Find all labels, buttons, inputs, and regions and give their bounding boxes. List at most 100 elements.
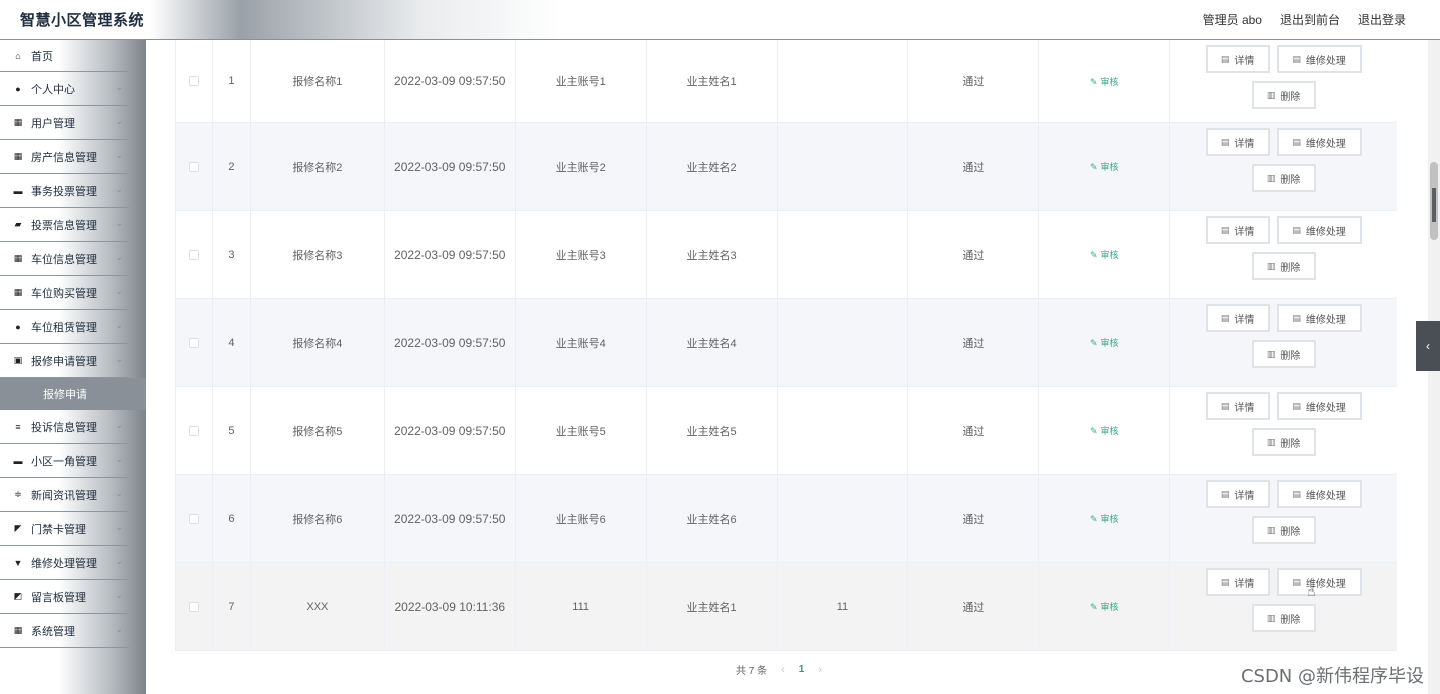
row-checkbox[interactable] <box>188 249 199 260</box>
audit-link[interactable]: ✎ 审核 <box>1090 75 1119 88</box>
row-checkbox[interactable] <box>188 425 199 436</box>
row-checkbox[interactable] <box>188 337 199 348</box>
detail-button[interactable]: ▤ 详情 <box>1205 568 1270 596</box>
detail-button[interactable]: ▤ 详情 <box>1205 304 1270 332</box>
detail-label: 详情 <box>1234 55 1255 67</box>
repair-name-cell: 报修名称5 <box>251 387 385 474</box>
repair-process-button[interactable]: ▤ 维修处理 <box>1276 304 1362 332</box>
detail-button[interactable]: ▤ 详情 <box>1205 128 1270 156</box>
sidebar-item-label: 车位购买管理 <box>31 287 97 300</box>
audit-link[interactable]: ✎ 审核 <box>1090 336 1119 349</box>
owner-account: 业主账号4 <box>555 337 606 350</box>
sidebar-item[interactable]: ≡ 投诉信息管理 ⌄ <box>0 410 129 444</box>
apply-time: 2022-03-09 10:11:36 <box>394 599 506 614</box>
chart-icon: ◩ <box>13 591 23 601</box>
audit-link[interactable]: ✎ 审核 <box>1090 248 1119 261</box>
row-checkbox[interactable] <box>188 601 199 612</box>
delete-button[interactable]: ▥ 删除 <box>1251 340 1316 368</box>
next-page-button[interactable]: › <box>818 664 822 676</box>
repair-name-cell: 报修名称4 <box>251 299 385 386</box>
edit-icon: ✎ <box>1089 338 1098 348</box>
row-actions-cell: ▤ 详情 ▤ 维修处理 ▥ 删除 <box>1170 387 1397 474</box>
repair-process-button[interactable]: ▤ 维修处理 <box>1276 392 1362 420</box>
sidebar-item[interactable]: ≑ 新闻资讯管理 ⌄ <box>0 478 129 512</box>
repair-process-button[interactable]: ▤ 维修处理 <box>1276 45 1362 73</box>
apply-time-cell: 2022-03-09 09:57:50 <box>385 475 516 562</box>
row-checkbox-cell <box>176 475 213 562</box>
repair-name-cell: 报修名称6 <box>251 475 385 562</box>
document-icon: ▤ <box>1220 224 1230 235</box>
document-icon: ▤ <box>1220 576 1230 587</box>
sidebar-item-label: 首页 <box>31 50 53 63</box>
page-number-current[interactable]: 1 <box>799 664 805 675</box>
row-checkbox[interactable] <box>188 513 199 524</box>
row-index-cell: 4 <box>213 299 251 386</box>
detail-label: 详情 <box>1234 226 1255 238</box>
row-index: 3 <box>228 248 235 261</box>
row-actions-cell: ▤ 详情 ▤ 维修处理 ▥ 删除 <box>1170 40 1397 122</box>
actions-line: ▥ 删除 <box>1251 81 1316 109</box>
mouse-cursor-icon: ☝ <box>1307 583 1316 599</box>
sidebar-item[interactable]: ▼ 维修处理管理 ⌄ <box>0 546 129 580</box>
trash-icon: ▥ <box>1266 172 1276 183</box>
sidebar-item[interactable]: ▦ 车位信息管理 ⌄ <box>0 242 129 276</box>
header-actions: 管理员 abo 退出到前台 退出登录 <box>1203 11 1406 28</box>
sidebar-item[interactable]: ▬ 小区一角管理 ⌄ <box>0 444 129 478</box>
repair-process-button[interactable]: ▤ 维修处理 <box>1276 568 1362 596</box>
detail-button[interactable]: ▤ 详情 <box>1205 392 1270 420</box>
audit-link[interactable]: ✎ 审核 <box>1090 512 1119 525</box>
row-index: 1 <box>228 75 235 87</box>
audit-status: 通过 <box>962 337 985 350</box>
logout-link[interactable]: 退出登录 <box>1358 11 1406 28</box>
delete-button[interactable]: ▥ 删除 <box>1251 252 1316 280</box>
sidebar-item[interactable]: ▦ 用户管理 ⌄ <box>0 106 129 140</box>
delete-button[interactable]: ▥ 删除 <box>1251 428 1316 456</box>
delete-button[interactable]: ▥ 删除 <box>1251 604 1316 632</box>
repair-process-button[interactable]: ▤ 维修处理 <box>1276 128 1362 156</box>
owner-name-cell: 业主姓名1 <box>647 563 778 650</box>
delete-button[interactable]: ▥ 删除 <box>1251 81 1316 109</box>
row-actions-cell: ▤ 详情 ▤ 维修处理 ▥ 删除 <box>1170 299 1397 386</box>
sidebar-item[interactable]: ⌂ 首页 <box>0 40 129 72</box>
row-checkbox[interactable] <box>188 76 199 86</box>
audit-action-cell: ✎ 审核 <box>1039 299 1171 386</box>
row-checkbox[interactable] <box>188 161 199 172</box>
row-actions-cell: ▤ 详情 ▤ 维修处理 ▥ 删除 <box>1170 563 1397 650</box>
reply-cell <box>778 387 909 474</box>
detail-button[interactable]: ▤ 详情 <box>1205 480 1270 508</box>
sidebar-item[interactable]: ● 个人中心 ⌄ <box>0 72 129 106</box>
sidebar-item[interactable]: ◤ 门禁卡管理 ⌄ <box>0 512 129 546</box>
sidebar-item[interactable]: ▦ 房产信息管理 ⌄ <box>0 140 129 174</box>
audit-link[interactable]: ✎ 审核 <box>1090 424 1119 437</box>
prev-page-button[interactable]: ‹ <box>781 664 785 676</box>
sidebar-subitem-active[interactable]: 报修申请 <box>0 378 146 410</box>
apply-time-cell: 2022-03-09 09:57:50 <box>385 387 516 474</box>
audit-label: 审核 <box>1100 338 1119 348</box>
sidebar-item[interactable]: ▬ 事务投票管理 ⌄ <box>0 174 129 208</box>
delete-button[interactable]: ▥ 删除 <box>1251 164 1316 192</box>
sidebar-item[interactable]: ▦ 车位购买管理 ⌄ <box>0 276 129 310</box>
audit-status-cell: 通过 <box>908 40 1040 122</box>
sidebar-item[interactable]: ▰ 投票信息管理 ⌄ <box>0 208 129 242</box>
sidebar-item-label: 新闻资讯管理 <box>31 489 97 502</box>
repair-process-button[interactable]: ▤ 维修处理 <box>1276 480 1362 508</box>
edit-icon: ✎ <box>1089 602 1098 612</box>
audit-link[interactable]: ✎ 审核 <box>1090 600 1119 613</box>
pagination: 共 7 条 ‹ 1 › <box>736 662 822 678</box>
sidebar-item[interactable]: ◩ 留言板管理 ⌄ <box>0 580 129 614</box>
audit-link[interactable]: ✎ 审核 <box>1090 160 1119 173</box>
actions-line: ▤ 详情 ▤ 维修处理 <box>1205 128 1362 156</box>
sidebar-item[interactable]: ▦ 系统管理 ⌄ <box>0 614 129 648</box>
sidebar-item[interactable]: ● 车位租赁管理 ⌄ <box>0 310 129 344</box>
hammer-icon: ▼ <box>13 557 23 568</box>
document-icon: ▤ <box>1220 136 1230 147</box>
owner-account-cell: 业主账号2 <box>516 123 647 210</box>
repair-process-button[interactable]: ▤ 维修处理 <box>1276 216 1362 244</box>
delete-button[interactable]: ▥ 删除 <box>1251 516 1316 544</box>
detail-button[interactable]: ▤ 详情 <box>1205 216 1270 244</box>
collapse-panel-button[interactable]: ‹ <box>1416 321 1440 371</box>
detail-button[interactable]: ▤ 详情 <box>1205 45 1270 73</box>
sidebar-item[interactable]: ▣ 报修申请管理 ⌄ <box>0 344 129 378</box>
exit-to-frontend-link[interactable]: 退出到前台 <box>1280 11 1340 28</box>
row-actions-cell: ▤ 详情 ▤ 维修处理 ▥ 删除 <box>1170 475 1397 562</box>
